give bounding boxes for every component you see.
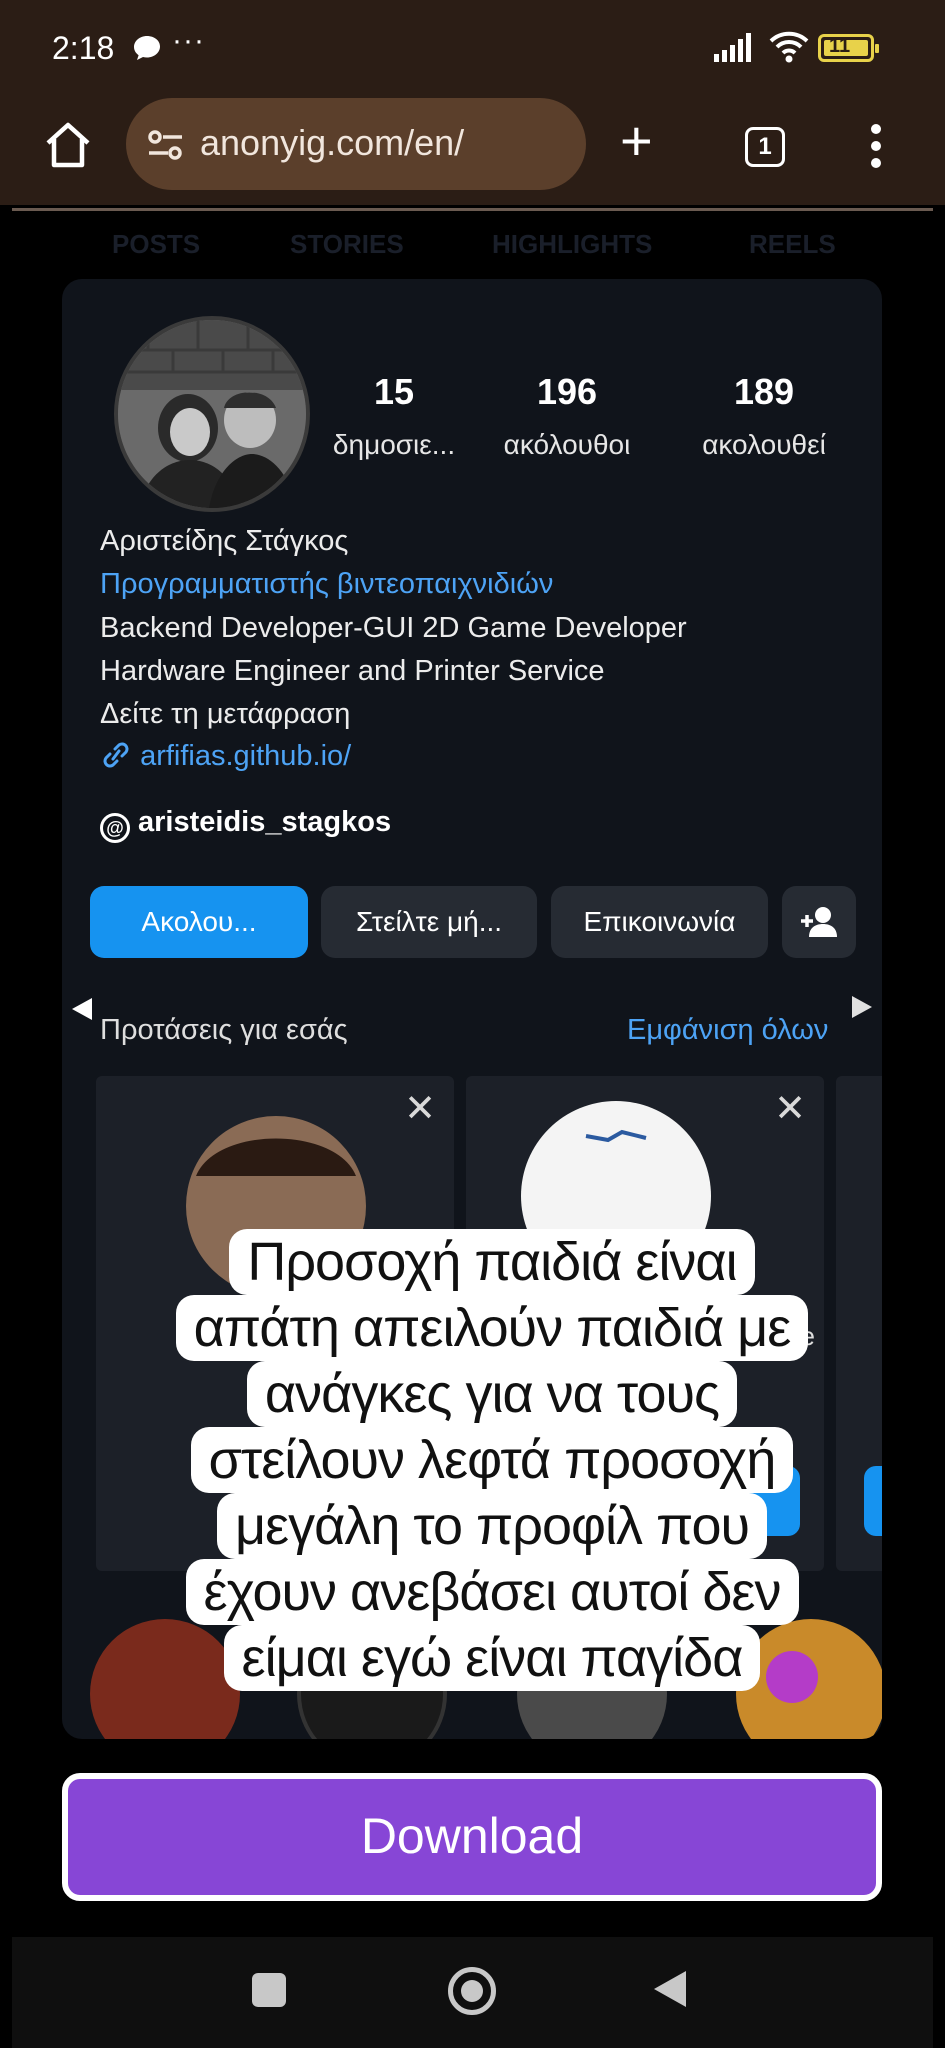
browser-toolbar: anonyig.com/en/ + 1 <box>0 95 945 205</box>
system-nav-bar <box>12 1937 933 2048</box>
following-label: ακολουθεί <box>702 429 826 460</box>
address-bar[interactable]: anonyig.com/en/ <box>126 98 586 190</box>
profile-tabs: POSTS STORIES HIGHLIGHTS REELS <box>12 221 933 261</box>
site-settings-icon[interactable] <box>146 128 186 167</box>
profile-card: 15 δημοσιε... 196 ακόλουθοι 189 ακολουθε… <box>62 279 882 1739</box>
tab-posts[interactable]: POSTS <box>112 229 200 260</box>
tabs-icon[interactable]: 1 <box>745 127 785 167</box>
tab-reels[interactable]: REELS <box>749 229 836 260</box>
scroll-right-arrow-icon[interactable] <box>850 994 874 1025</box>
profile-category: Προγραμματιστής βιντεοπαιχνιδιών <box>100 568 554 600</box>
caption-line: είμαι εγώ είναι παγίδα <box>223 1625 761 1691</box>
status-bar: 2:18 ··· 11 <box>0 0 945 95</box>
more-notifications-icon: ··· <box>172 24 205 57</box>
home-nav-icon[interactable] <box>448 1967 496 2015</box>
tab-stories[interactable]: STORIES <box>290 229 404 260</box>
status-time: 2:18 <box>52 30 115 66</box>
profile-link[interactable]: arfifias.github.io/ <box>100 740 351 773</box>
add-user-icon <box>799 906 839 937</box>
threads-badge[interactable]: @ aristeidis_stagkos <box>100 806 391 843</box>
signal-icon <box>714 32 756 67</box>
threads-icon: @ <box>100 813 130 843</box>
home-icon[interactable] <box>40 117 96 173</box>
video-caption-overlay: Προσοχή παιδιά είναι απάτη απειλούν παιδ… <box>112 1229 872 1691</box>
link-icon <box>100 740 140 772</box>
message-button[interactable]: Στείλτε μή... <box>321 886 537 958</box>
threads-handle: aristeidis_stagkos <box>138 806 392 838</box>
stat-following[interactable]: 189 ακολουθεί <box>689 371 839 461</box>
avatar[interactable] <box>114 316 310 512</box>
caption-line: έχουν ανεβάσει αυτοί δεν <box>185 1559 799 1625</box>
caption-line: στείλουν λεφτά προσοχή <box>190 1427 794 1493</box>
profile-link-text[interactable]: arfifias.github.io/ <box>140 740 351 772</box>
followers-label: ακόλουθοι <box>503 429 631 460</box>
scroll-left-arrow-icon[interactable] <box>70 996 94 1027</box>
back-icon[interactable] <box>652 1969 688 2014</box>
followers-count: 196 <box>536 371 598 412</box>
recent-apps-icon[interactable] <box>252 1973 286 2007</box>
new-tab-plus-icon[interactable]: + <box>620 113 653 169</box>
battery-icon: 11 <box>818 34 879 62</box>
posts-count: 15 <box>373 371 415 412</box>
chat-icon <box>132 34 162 67</box>
see-all-link[interactable]: Εμφάνιση όλων <box>627 1014 828 1047</box>
download-button[interactable]: Download <box>62 1773 882 1901</box>
caption-line: απάτη απειλούν παιδιά με <box>175 1295 809 1361</box>
posts-label: δημοσιε... <box>332 429 456 460</box>
caption-line: ανάγκες για να τους <box>246 1361 738 1427</box>
bio-line: Hardware Engineer and Printer Service <box>100 655 605 687</box>
url-text[interactable]: anonyig.com/en/ <box>200 122 464 164</box>
follow-button[interactable]: Ακολου... <box>90 886 308 958</box>
caption-line: μεγάλη το προφίλ που <box>216 1493 768 1559</box>
battery-level: 11 <box>829 35 851 57</box>
wifi-icon <box>768 30 810 69</box>
suggestions-title: Προτάσεις για εσάς <box>100 1014 348 1046</box>
tab-highlights[interactable]: HIGHLIGHTS <box>492 229 652 260</box>
add-user-button[interactable] <box>782 886 856 958</box>
see-translation-link[interactable]: Δείτε τη μετάφραση <box>100 698 350 731</box>
profile-name: Αριστείδης Στάγκος <box>100 525 349 557</box>
bio-line: Backend Developer-GUI 2D Game Developer <box>100 612 687 644</box>
caption-line: Προσοχή παιδιά είναι <box>229 1229 755 1295</box>
stat-followers[interactable]: 196 ακόλουθοι <box>492 371 642 461</box>
following-count: 189 <box>733 371 795 412</box>
stat-posts[interactable]: 15 δημοσιε... <box>324 371 464 461</box>
menu-dots-icon[interactable] <box>870 123 882 174</box>
contact-button[interactable]: Επικοινωνία <box>551 886 768 958</box>
web-content: POSTS STORIES HIGHLIGHTS REELS 15 δημοσι… <box>12 211 933 1937</box>
